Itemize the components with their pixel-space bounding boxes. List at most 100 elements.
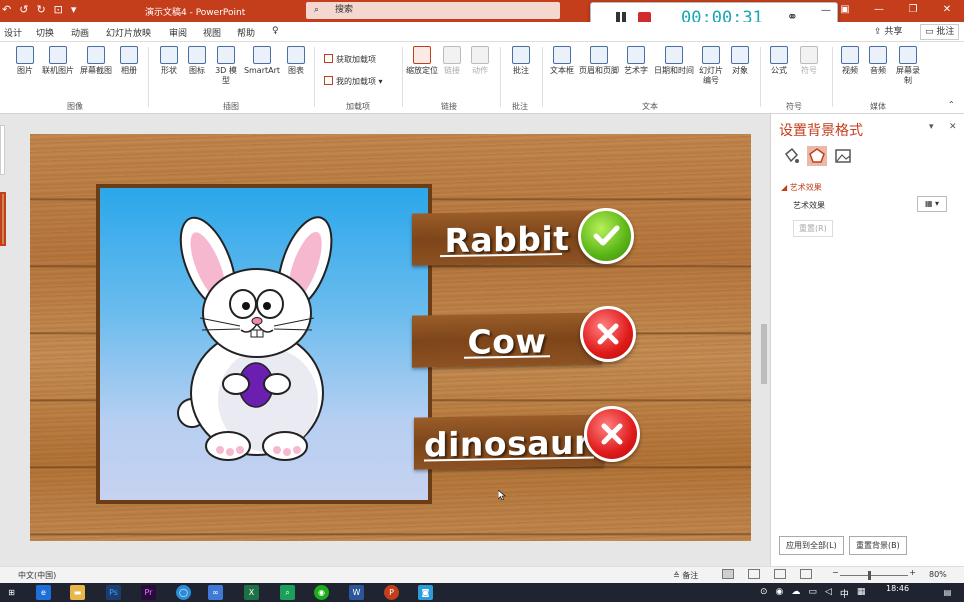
- screenshot-button[interactable]: 屏幕截图: [78, 46, 114, 76]
- zoom-knob[interactable]: [868, 571, 871, 580]
- artistic-effects-dropdown[interactable]: ▦ ▾: [917, 196, 947, 212]
- reset-background-button[interactable]: 重置背景(B): [849, 536, 907, 555]
- vertical-scrollbar[interactable]: [760, 134, 768, 534]
- normal-view-icon[interactable]: [722, 569, 734, 579]
- windows-start-icon[interactable]: ⊞: [4, 585, 19, 600]
- picture-tab-icon[interactable]: [833, 146, 853, 166]
- object-button[interactable]: 对象: [728, 46, 752, 76]
- customize-icon[interactable]: ▾: [71, 3, 77, 16]
- comments-button[interactable]: ▭ 批注: [920, 24, 960, 40]
- chart-button[interactable]: 图表: [284, 46, 308, 76]
- video-button[interactable]: 视频: [838, 46, 862, 76]
- language-indicator[interactable]: 中文(中国): [18, 570, 56, 581]
- network-icon[interactable]: ▭: [808, 587, 817, 600]
- fill-icon[interactable]: [781, 146, 801, 166]
- notification-icon[interactable]: ▤: [940, 585, 955, 600]
- browser-icon[interactable]: ◯: [176, 585, 191, 600]
- tab-animations[interactable]: 动画: [71, 26, 89, 39]
- photoshop-icon[interactable]: Ps: [106, 585, 121, 600]
- tab-design[interactable]: 设计: [4, 26, 22, 39]
- icons-button[interactable]: 图标: [186, 46, 208, 76]
- share-button[interactable]: ⇪ 共享: [870, 24, 906, 40]
- recorder-app-icon[interactable]: ◙: [418, 585, 433, 600]
- slide-thumbnail-selected[interactable]: [0, 192, 6, 246]
- undo-icon[interactable]: ↺: [19, 3, 28, 16]
- reading-view-icon[interactable]: [774, 569, 786, 579]
- tray-icon[interactable]: ⊙: [760, 587, 768, 600]
- app-icon[interactable]: ∞: [208, 585, 223, 600]
- powerpoint-icon[interactable]: P: [384, 585, 399, 600]
- premiere-icon[interactable]: Pr: [141, 585, 156, 600]
- word-plank-dinosaur[interactable]: dinosaur: [414, 414, 604, 470]
- keyboard-icon[interactable]: ▦: [857, 587, 866, 600]
- checkmark-icon[interactable]: [578, 208, 634, 264]
- wechat-icon[interactable]: ◉: [314, 585, 329, 600]
- minimize-button[interactable]: —: [862, 0, 896, 20]
- textbox-button[interactable]: 文本框: [548, 46, 576, 76]
- clock[interactable]: 18:46: [886, 584, 909, 593]
- scrollbar-thumb[interactable]: [761, 324, 767, 384]
- maximize-button[interactable]: ❐: [896, 0, 930, 20]
- equation-button[interactable]: 公式: [766, 46, 792, 76]
- 3d-model-button[interactable]: 3D 模型: [212, 46, 240, 86]
- close-button[interactable]: ✕: [930, 0, 964, 20]
- zoom-button[interactable]: 缩放定位: [406, 46, 438, 76]
- minimize-recorder-icon[interactable]: —: [821, 5, 831, 16]
- pane-options-icon[interactable]: ▾: [929, 122, 934, 132]
- tab-view[interactable]: 视图: [203, 26, 221, 39]
- shapes-button[interactable]: 形状: [156, 46, 182, 76]
- header-footer-button[interactable]: 页眉和页脚: [578, 46, 620, 76]
- zoom-out-icon[interactable]: −: [832, 568, 839, 577]
- get-addins-button[interactable]: 获取加载项: [324, 54, 376, 65]
- cross-icon[interactable]: [584, 406, 640, 462]
- tab-help[interactable]: 帮助: [237, 26, 255, 39]
- audio-button[interactable]: 音频: [866, 46, 890, 76]
- wechat-tray-icon[interactable]: ◉: [776, 587, 784, 600]
- online-picture-button[interactable]: 联机图片: [40, 46, 76, 76]
- slide-thumbnail[interactable]: [0, 125, 5, 175]
- slideshow-icon[interactable]: ⊡: [54, 3, 63, 16]
- my-addins-button[interactable]: 我的加载项 ▾: [324, 76, 383, 87]
- file-explorer-icon[interactable]: ▬: [70, 585, 85, 600]
- ime-indicator[interactable]: 中: [840, 587, 849, 600]
- picture-button[interactable]: 图片: [12, 46, 38, 76]
- link-button[interactable]: 链接: [440, 46, 464, 76]
- cross-icon[interactable]: [580, 306, 636, 362]
- symbol-button[interactable]: 符号: [796, 46, 822, 76]
- edge-icon[interactable]: e: [36, 585, 51, 600]
- tab-slideshow[interactable]: 幻灯片放映: [106, 26, 151, 39]
- tab-review[interactable]: 审阅: [169, 26, 187, 39]
- zoom-level[interactable]: 80%: [929, 570, 947, 579]
- redo-icon[interactable]: ↻: [36, 3, 45, 16]
- effects-icon[interactable]: [807, 146, 827, 166]
- word-plank-cow[interactable]: Cow: [412, 312, 602, 368]
- apply-to-all-button[interactable]: 应用到全部(L): [779, 536, 844, 555]
- word-plank-rabbit[interactable]: Rabbit: [412, 210, 602, 266]
- search-box[interactable]: ⌕ 搜索: [306, 2, 560, 19]
- album-button[interactable]: 相册: [116, 46, 142, 76]
- tellme-icon[interactable]: ♀: [272, 26, 279, 36]
- autosave-icon[interactable]: ↶: [2, 3, 11, 16]
- notes-button[interactable]: ≙ 备注: [673, 570, 698, 581]
- rabbit-picture[interactable]: [96, 184, 432, 504]
- pane-close-icon[interactable]: ✕: [949, 122, 957, 132]
- tab-transitions[interactable]: 切换: [36, 26, 54, 39]
- action-button[interactable]: 动作: [468, 46, 492, 76]
- smartart-button[interactable]: SmartArt: [242, 46, 282, 76]
- wordart-button[interactable]: 艺术字: [622, 46, 650, 76]
- reset-button[interactable]: 重置(R): [793, 220, 833, 237]
- slide-sorter-icon[interactable]: [748, 569, 760, 579]
- slideshow-view-icon[interactable]: [800, 569, 812, 579]
- collapse-ribbon-icon[interactable]: ⌃: [948, 100, 955, 109]
- cloud-icon[interactable]: ☁: [791, 587, 800, 600]
- slide-number-button[interactable]: 幻灯片编号: [698, 46, 724, 86]
- excel-icon[interactable]: X: [244, 585, 259, 600]
- zoom-slider[interactable]: − +: [832, 568, 916, 580]
- comment-button[interactable]: 批注: [508, 46, 534, 76]
- search-app-icon[interactable]: ⌕: [280, 585, 295, 600]
- artistic-effects-section[interactable]: ◢ 艺术效果: [781, 182, 822, 193]
- word-icon[interactable]: W: [349, 585, 364, 600]
- slide[interactable]: Rabbit Cow dinosaur: [30, 134, 751, 541]
- datetime-button[interactable]: 日期和时间: [652, 46, 696, 76]
- zoom-in-icon[interactable]: +: [909, 568, 916, 577]
